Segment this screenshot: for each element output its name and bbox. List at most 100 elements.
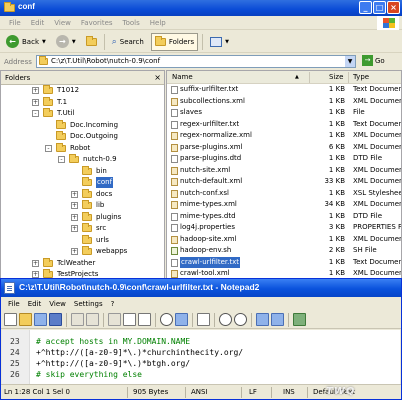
column-divider[interactable] [348,72,349,83]
menu-tools[interactable]: Tools [118,19,145,27]
file-row[interactable]: parse-plugins.dtd 1 KB DTD File [167,153,401,165]
menu-favorites[interactable]: Favorites [76,19,118,27]
copy-icon[interactable] [123,313,136,326]
file-row[interactable]: subcollections.xml 1 KB XML Document [167,96,401,108]
file-list-pane[interactable]: Name ▲ Size Type suffix-urlfilter.txt 1 K… [166,70,402,290]
exit-icon[interactable] [293,313,306,326]
tree-item[interactable]: + TclWeather [1,257,164,270]
file-size: 2 KB [328,246,345,254]
np-menu-view[interactable]: View [45,300,70,308]
file-row[interactable]: hadoop-site.xml 1 KB XML Document [167,234,401,246]
menu-edit[interactable]: Edit [26,19,50,27]
menu-help[interactable]: Help [145,19,171,27]
tree-item[interactable]: + T.1 [1,96,164,109]
tree-item[interactable]: + lib [1,200,164,212]
expand-icon[interactable]: + [71,225,78,232]
np-menu-settings[interactable]: Settings [70,300,107,308]
column-size[interactable]: Size [329,73,343,81]
file-row[interactable]: regex-urlfilter.txt 1 KB Text Document [167,119,401,131]
up-folder-button[interactable] [83,33,100,51]
file-row[interactable]: hadoop-env.sh 2 KB SH File [167,245,401,257]
views-button[interactable]: ▼ [207,33,232,51]
zoom-out-icon[interactable] [234,313,247,326]
file-icon [171,178,178,186]
close-button[interactable]: × [387,1,400,14]
close-icon[interactable]: × [154,71,161,85]
column-type[interactable]: Type [353,73,369,81]
expand-icon[interactable]: + [32,98,39,106]
expand-icon[interactable]: + [71,202,78,209]
undo-icon[interactable] [71,313,84,326]
tree-item[interactable]: + src [1,223,164,235]
browse-icon[interactable] [34,313,47,326]
collapse-icon[interactable]: - [58,156,65,163]
address-field[interactable]: C:\z\T.Util\Robot\nutch-0.9\conf ▼ [36,55,356,68]
menu-view[interactable]: View [49,19,76,27]
np-menu-edit[interactable]: Edit [24,300,46,308]
file-type: XML Document [353,200,402,208]
file-row[interactable]: parse-plugins.xml 6 KB XML Document [167,142,401,154]
tree-item[interactable]: + webapps [1,246,164,258]
column-name[interactable]: Name [172,73,193,81]
expand-icon[interactable]: + [32,271,39,278]
folders-button[interactable]: Folders [150,32,199,51]
text-editor[interactable]: 23 # accept hosts in MY.DOMAIN.NAME 24 +^ht… [2,330,400,384]
file-row[interactable]: slaves 1 KB File [167,107,401,119]
forward-arrow-icon: → [55,35,69,48]
expand-icon[interactable]: + [32,259,39,267]
expand-icon[interactable]: + [32,87,39,94]
word-wrap-icon[interactable] [197,313,210,326]
tree-item[interactable]: Doc.Incoming [1,119,164,132]
file-row[interactable]: log4j.properties 3 KB PROPERTIES File [167,222,401,234]
tree-item[interactable]: bin [1,165,164,178]
file-row[interactable]: mime-types.dtd 1 KB DTD File [167,211,401,223]
maximize-button[interactable]: □ [373,1,386,14]
replace-icon[interactable] [175,313,188,326]
tree-item[interactable]: conf [1,177,164,189]
scheme-icon[interactable] [256,313,269,326]
file-row[interactable]: nutch-default.xml 33 KB XML Document [167,176,401,188]
collapse-icon[interactable]: - [32,110,39,117]
file-row[interactable]: nutch-conf.xsl 1 KB XSL Stylesheet [167,188,401,200]
tree-item[interactable]: urls [1,234,164,247]
file-row[interactable]: crawl-urlfilter.txt 1 KB Text Document [167,256,401,269]
np-menu-file[interactable]: File [4,300,24,308]
file-row[interactable]: suffix-urlfilter.txt 1 KB Text Document [167,84,401,96]
menu-file[interactable]: File [4,19,26,27]
collapse-icon[interactable]: - [45,144,52,152]
settings-icon[interactable] [271,313,284,326]
minimize-button[interactable]: _ [359,1,372,14]
expand-icon[interactable]: + [71,190,78,198]
folder-icon [69,154,79,163]
tree-item[interactable]: + docs [1,188,164,201]
file-row[interactable]: mime-types.xml 34 KB XML Document [167,199,401,211]
search-button[interactable]: ⌕ Search [109,33,147,51]
forward-button[interactable]: → ▼ [53,33,79,51]
file-row[interactable]: nutch-site.xml 1 KB XML Document [167,165,401,177]
tree-item[interactable]: - T.Util [1,108,164,120]
go-button[interactable]: → Go [362,55,385,66]
back-button[interactable]: ← Back ▼ [3,33,49,51]
file-row[interactable]: regex-normalize.xml 1 KB XML Document [167,130,401,142]
folders-pane[interactable]: Folders × + T1012 + T.1 - T.Util Doc.Incoming D… [0,70,165,290]
zoom-in-icon[interactable] [219,313,232,326]
tree-item[interactable]: + T1012 [1,85,164,97]
find-icon[interactable] [160,313,173,326]
np-menu-help[interactable]: ? [107,300,119,308]
notepad-titlebar[interactable]: C:\z\T.Util\Robot\nutch-0.9\conf\crawl-u… [1,279,401,297]
explorer-titlebar[interactable]: conf _ □ × [0,0,402,16]
paste-icon[interactable] [138,313,151,326]
tree-item[interactable]: - nutch-0.9 [1,154,164,166]
tree-item[interactable]: - Robot [1,142,164,155]
expand-icon[interactable]: + [71,213,78,221]
redo-icon[interactable] [86,313,99,326]
expand-icon[interactable]: + [71,248,78,255]
tree-item[interactable]: + plugins [1,211,164,224]
new-file-icon[interactable] [4,313,17,326]
cut-icon[interactable] [108,313,121,326]
save-icon[interactable] [49,313,62,326]
open-file-icon[interactable] [19,313,32,326]
tree-item[interactable]: Doc.Outgoing [1,131,164,143]
chevron-down-icon[interactable]: ▼ [345,56,355,67]
column-divider[interactable] [309,72,310,83]
